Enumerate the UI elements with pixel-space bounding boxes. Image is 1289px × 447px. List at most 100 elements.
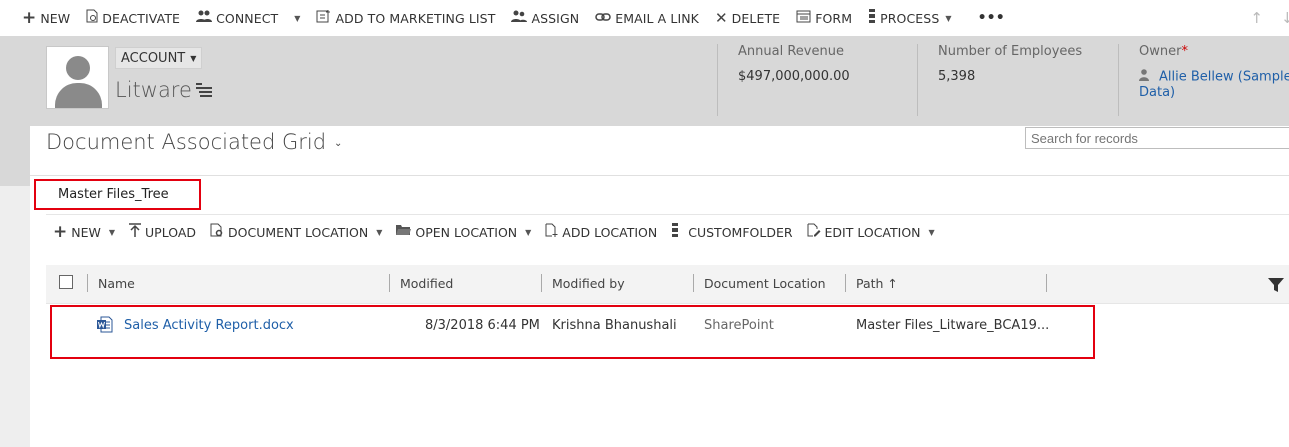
owner-link[interactable]: Allie Bellew (Sample Data) — [1139, 69, 1289, 100]
command-bar: + NEW DEACTIVATE CONNECT ▼ ADD TO MARKET… — [0, 0, 1289, 36]
owner-name-line2: Data) — [1139, 85, 1176, 100]
add-document-icon — [545, 223, 558, 241]
record-menu-icon[interactable] — [196, 83, 212, 97]
document-gear-icon — [210, 223, 224, 241]
add-to-marketing-list-button[interactable]: ADD TO MARKETING LIST — [308, 0, 503, 36]
edit-document-icon — [807, 223, 821, 241]
avatar-head — [66, 56, 90, 80]
left-gutter — [0, 126, 30, 447]
close-x-icon: ✕ — [714, 9, 728, 27]
grid-new-button[interactable]: + NEW ▼ — [46, 222, 122, 242]
folder-open-icon — [396, 224, 412, 240]
annual-revenue-field: Annual Revenue $497,000,000.00 — [717, 44, 850, 116]
delete-label: DELETE — [731, 10, 781, 26]
add-location-label: ADD LOCATION — [562, 224, 658, 240]
add-to-marketing-list-label: ADD TO MARKETING LIST — [335, 10, 496, 26]
column-separator — [87, 274, 88, 292]
chevron-down-icon: ▼ — [190, 53, 197, 63]
column-header-path[interactable]: Path ↑ — [856, 276, 898, 291]
arrow-up-icon[interactable]: ↑ — [1250, 9, 1263, 27]
edit-location-button[interactable]: EDIT LOCATION ▼ — [800, 223, 942, 241]
connect-dropdown-chevron-icon[interactable]: ▼ — [286, 14, 308, 23]
grid-header: Name Modified Modified by Document Locat… — [46, 265, 1289, 303]
column-separator[interactable] — [541, 274, 542, 292]
select-all-checkbox[interactable] — [59, 275, 73, 289]
column-separator[interactable] — [1046, 274, 1047, 292]
new-label: NEW — [40, 10, 71, 26]
search-input[interactable] — [1025, 127, 1289, 149]
record-name: Litware — [115, 78, 192, 102]
annual-revenue-label: Annual Revenue — [738, 44, 844, 59]
process-label: PROCESS — [880, 10, 940, 26]
chevron-down-icon: ⌄ — [334, 137, 343, 149]
plus-icon: + — [22, 8, 37, 28]
chevron-down-icon: ▼ — [945, 13, 952, 23]
form-icon — [796, 10, 811, 27]
assign-people-icon — [511, 9, 528, 27]
more-commands-button[interactable]: ••• — [960, 0, 1013, 36]
owner-name-line1: Allie Bellew (Sample — [1159, 69, 1289, 85]
open-location-label: OPEN LOCATION — [415, 224, 518, 240]
column-header-modified[interactable]: Modified — [400, 276, 453, 291]
link-icon — [595, 11, 611, 26]
column-separator[interactable] — [845, 274, 846, 292]
open-location-button[interactable]: OPEN LOCATION ▼ — [389, 224, 538, 240]
divider — [46, 303, 1289, 304]
email-a-link-button[interactable]: EMAIL A LINK — [587, 0, 707, 36]
deactivate-button[interactable]: DEACTIVATE — [78, 0, 188, 36]
assign-button[interactable]: ASSIGN — [503, 0, 587, 36]
add-location-button[interactable]: ADD LOCATION — [538, 223, 664, 241]
divider — [30, 175, 1289, 176]
column-separator[interactable] — [389, 274, 390, 292]
document-location-label: DOCUMENT LOCATION — [228, 224, 369, 240]
email-a-link-label: EMAIL A LINK — [615, 10, 699, 26]
marketing-list-icon — [316, 9, 331, 27]
column-separator[interactable] — [693, 274, 694, 292]
user-icon — [1139, 69, 1149, 85]
process-icon — [671, 223, 679, 241]
grid-view-selector[interactable]: Document Associated Grid ⌄ — [46, 130, 342, 154]
connect-label: CONNECT — [216, 10, 279, 26]
grid-toolbar: + NEW ▼ UPLOAD DOCUMENT LOCATION ▼ OPEN … — [46, 219, 942, 245]
connect-button[interactable]: CONNECT — [188, 0, 286, 36]
form-label: FORM — [815, 10, 853, 26]
upload-icon — [129, 223, 142, 241]
owner-label: Owner* — [1139, 44, 1188, 59]
column-header-name[interactable]: Name — [98, 276, 135, 291]
grid-title: Document Associated Grid — [46, 130, 327, 154]
column-header-document-location[interactable]: Document Location — [704, 276, 826, 291]
assign-label: ASSIGN — [531, 10, 580, 26]
customfolder-button[interactable]: CUSTOMFOLDER — [664, 223, 799, 241]
folder-name: Master Files_Tree — [58, 187, 169, 202]
plus-icon: + — [53, 222, 68, 242]
annual-revenue-value: $497,000,000.00 — [738, 69, 850, 84]
new-button[interactable]: + NEW — [0, 0, 78, 36]
chevron-down-icon: ▼ — [928, 227, 935, 237]
avatar-body — [55, 83, 102, 108]
customfolder-label: CUSTOMFOLDER — [688, 224, 793, 240]
chevron-down-icon: ▼ — [108, 227, 116, 237]
entity-form-selector[interactable]: ACCOUNT ▼ — [115, 47, 203, 69]
column-header-modified-by[interactable]: Modified by — [552, 276, 625, 291]
highlight-box — [50, 305, 1095, 359]
arrow-down-icon[interactable]: ↓ — [1281, 9, 1289, 27]
form-button[interactable]: FORM — [788, 0, 860, 36]
process-button[interactable]: PROCESS ▼ — [860, 0, 960, 36]
deactivate-document-icon — [86, 9, 98, 27]
employees-field: Number of Employees 5,398 — [917, 44, 1082, 116]
deactivate-label: DEACTIVATE — [102, 10, 181, 26]
account-avatar[interactable] — [46, 46, 109, 109]
delete-button[interactable]: ✕ DELETE — [707, 0, 788, 36]
chevron-down-icon: ▼ — [525, 227, 532, 237]
process-icon — [868, 9, 876, 27]
folder-breadcrumb[interactable]: Master Files_Tree — [34, 179, 201, 210]
edit-location-label: EDIT LOCATION — [824, 224, 921, 240]
filter-icon[interactable] — [1268, 278, 1284, 295]
chevron-down-icon: ▼ — [376, 227, 383, 237]
owner-field: Owner* Allie Bellew (Sample Data) — [1118, 44, 1289, 116]
upload-button[interactable]: UPLOAD — [122, 223, 203, 241]
employees-label: Number of Employees — [938, 44, 1083, 59]
document-location-button[interactable]: DOCUMENT LOCATION ▼ — [203, 223, 389, 241]
divider — [46, 214, 1289, 215]
more-ellipsis-icon: ••• — [977, 10, 1005, 26]
